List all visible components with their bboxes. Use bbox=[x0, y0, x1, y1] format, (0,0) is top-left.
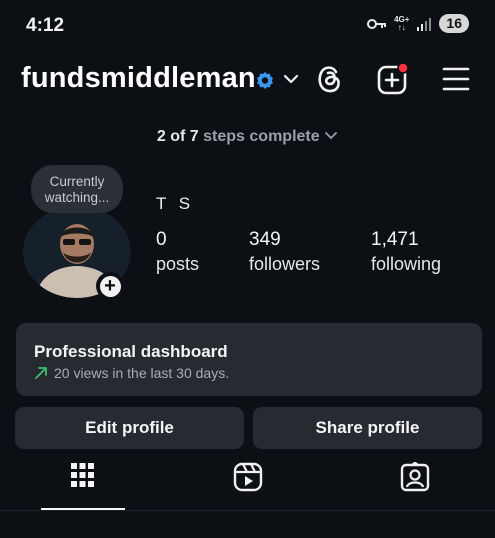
edit-profile-button[interactable]: Edit profile bbox=[15, 407, 244, 449]
battery-indicator: 16 bbox=[439, 14, 469, 33]
note-line: watching... bbox=[44, 190, 110, 205]
following-label[interactable]: following bbox=[371, 254, 441, 275]
network-type: 4G+ ↑↓ bbox=[394, 15, 409, 32]
following-count[interactable]: 1,471 bbox=[371, 229, 419, 251]
dashboard-subtitle: 20 views in the last 30 days. bbox=[54, 365, 230, 381]
posts-label[interactable]: posts bbox=[156, 254, 199, 275]
verified-badge-icon bbox=[256, 71, 274, 94]
signal-icon bbox=[416, 17, 432, 31]
followers-label[interactable]: followers bbox=[249, 254, 320, 275]
steps-progress[interactable]: 2 of 7 steps complete bbox=[0, 128, 495, 146]
followers-count[interactable]: 349 bbox=[249, 229, 281, 251]
key-icon bbox=[367, 18, 387, 30]
steps-label: steps complete bbox=[203, 128, 320, 145]
tagged-icon[interactable] bbox=[400, 461, 430, 497]
status-time: 4:12 bbox=[26, 15, 65, 36]
menu-icon[interactable] bbox=[442, 66, 470, 97]
steps-chevron-icon bbox=[324, 128, 338, 145]
grid-icon[interactable] bbox=[70, 462, 95, 493]
trend-up-arrow-icon bbox=[34, 366, 48, 385]
network-activity-arrows: ↑↓ bbox=[397, 22, 406, 32]
add-story-button[interactable]: + bbox=[96, 272, 124, 300]
note-bubble[interactable]: Currently watching... bbox=[31, 165, 123, 213]
share-profile-button[interactable]: Share profile bbox=[253, 407, 482, 449]
threads-icon[interactable] bbox=[314, 63, 344, 100]
account-username[interactable]: fundsmiddleman bbox=[21, 62, 256, 95]
chevron-down-icon[interactable] bbox=[283, 72, 299, 91]
status-icons: 4G+ ↑↓ 16 bbox=[367, 14, 469, 33]
dashboard-title: Professional dashboard bbox=[34, 342, 228, 361]
note-line: Currently bbox=[49, 174, 105, 189]
steps-count: 2 of 7 bbox=[156, 128, 199, 145]
posts-count[interactable]: 0 bbox=[156, 229, 167, 251]
reels-icon[interactable] bbox=[233, 462, 263, 497]
plus-icon: + bbox=[99, 275, 121, 297]
display-name: T S bbox=[156, 194, 195, 213]
new-post-icon[interactable] bbox=[376, 62, 410, 102]
tab-divider bbox=[0, 510, 495, 511]
